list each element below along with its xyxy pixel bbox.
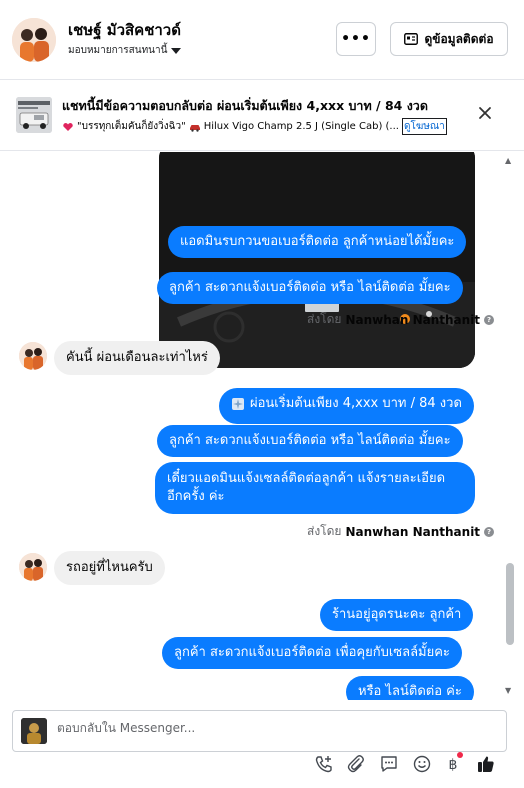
view-contact-button[interactable]: ดูข้อมูลติดต่อ: [390, 22, 508, 56]
view-contact-label: ดูข้อมูลติดต่อ: [424, 31, 494, 46]
message-text: รถอยู่ที่ไหนครับ: [66, 560, 153, 575]
sent-by-label: ส่งโดย Nanwhan Nanthanit ?: [307, 310, 495, 329]
sparkle-emoji-icon: [232, 398, 244, 410]
incoming-message[interactable]: คันนี้ ผ่อนเดือนละเท่าไหร่: [54, 341, 220, 375]
info-icon[interactable]: ?: [484, 314, 495, 325]
page-avatar: [21, 718, 47, 744]
ad-meta: "บรรทุกเต็มคันก็ยังวิ่งฉิว" Hilux Vigo C…: [62, 118, 447, 135]
ad-title: แชทนี้มีข้อความตอบกลับต่อ ผ่อนเริ่มต้นเพ…: [62, 98, 428, 113]
reply-input[interactable]: [57, 721, 487, 735]
phone-add-icon[interactable]: [312, 752, 336, 776]
conversation-header: เชษฐ์ มัวสิคชาวด์ มอบหมายการสนทนานี้ •••…: [0, 0, 524, 80]
scroll-thumb[interactable]: [506, 563, 514, 645]
assign-label: มอบหมายการสนทนานี้: [68, 45, 168, 56]
outgoing-message[interactable]: แอดมินรบกวนขอเบอร์ติดต่อ ลูกค้าหน่อยได้ม…: [168, 226, 467, 258]
view-ad-link[interactable]: ดูโฆษณา: [401, 118, 447, 135]
scroll-down-arrow-icon[interactable]: ▼: [505, 686, 511, 695]
message-thread[interactable]: แอดมินรบกวนขอเบอร์ติดต่อ ลูกค้าหน่อยได้ม…: [0, 152, 524, 700]
assign-dropdown[interactable]: มอบหมายการสนทนานี้: [68, 43, 182, 58]
sender-avatar[interactable]: [19, 553, 47, 581]
ad-quote: "บรรทุกเต็มคันก็ยังวิ่งฉิว": [77, 121, 186, 132]
sender-avatar[interactable]: [19, 342, 47, 370]
message-text-line-1: เดี๋ยวแอดมินแจ้งเซลล์ติดต่อลูกค้า แจ้งรา…: [167, 471, 446, 486]
ad-car-model: Hilux Vigo Champ 2.5 J (Single Cab) (...: [203, 121, 399, 132]
message-text: ลูกค้า สะดวกแจ้งเบอร์ติดต่อ หรือ ไลน์ติด…: [169, 433, 451, 448]
message-text: หรือ ไลน์ติดต่อ ค่ะ: [358, 684, 462, 699]
attachment-icon[interactable]: [344, 752, 368, 776]
message-template-icon[interactable]: [377, 752, 401, 776]
caret-down-icon: [171, 47, 182, 54]
emoji-icon[interactable]: [410, 752, 434, 776]
message-text: คันนี้ ผ่อนเดือนละเท่าไหร่: [66, 350, 208, 365]
car-emoji-icon: [189, 124, 200, 132]
ad-thumbnail[interactable]: [16, 97, 52, 133]
outgoing-message[interactable]: ลูกค้า สะดวกแจ้งเบอร์ติดต่อ เพื่อคุยกับเ…: [162, 637, 462, 669]
message-text: ร้านอยู่อุดรนะคะ ลูกค้า: [332, 607, 462, 622]
outgoing-message[interactable]: เดี๋ยวแอดมินแจ้งเซลล์ติดต่อลูกค้า แจ้งรา…: [155, 462, 475, 514]
ad-reference-banner: แชทนี้มีข้อความตอบกลับต่อ ผ่อนเริ่มต้นเพ…: [0, 81, 524, 151]
sent-by-prefix: ส่งโดย: [307, 312, 342, 326]
notification-dot: [457, 752, 463, 758]
outgoing-message[interactable]: หรือ ไลน์ติดต่อ ค่ะ: [346, 676, 474, 700]
more-options-label: •••: [341, 31, 371, 47]
outgoing-message[interactable]: ร้านอยู่อุดรนะคะ ลูกค้า: [320, 599, 474, 631]
message-text: ลูกค้า สะดวกแจ้งเบอร์ติดต่อ หรือ ไลน์ติด…: [169, 280, 451, 295]
contact-avatar[interactable]: [12, 18, 56, 62]
close-icon[interactable]: [476, 106, 494, 124]
sent-by-name: Nanwhan Nanthanit: [345, 524, 481, 539]
message-text: แอดมินรบกวนขอเบอร์ติดต่อ ลูกค้าหน่อยได้ม…: [180, 234, 455, 249]
sent-by-prefix: ส่งโดย: [307, 524, 342, 538]
sent-by-label: ส่งโดย Nanwhan Nanthanit ?: [307, 522, 495, 541]
incoming-message[interactable]: รถอยู่ที่ไหนครับ: [54, 551, 165, 585]
contact-card-icon: [404, 33, 419, 45]
thumbs-up-icon[interactable]: [474, 752, 498, 776]
baht-payment-icon[interactable]: ฿: [441, 752, 465, 776]
scroll-up-arrow-icon[interactable]: ▲: [505, 156, 511, 165]
outgoing-message[interactable]: ลูกค้า สะดวกแจ้งเบอร์ติดต่อ หรือ ไลน์ติด…: [157, 272, 463, 304]
dashboard-photo-message[interactable]: [159, 152, 475, 368]
message-text: ผ่อนเริ่มต้นเพียง 4,xxx บาท / 84 งวด: [250, 396, 462, 411]
message-text-line-2: อีกครั้ง ค่ะ: [167, 489, 225, 504]
info-icon[interactable]: ?: [484, 526, 495, 537]
contact-name: เชษฐ์ มัวสิคชาวด์: [68, 21, 181, 39]
hearts-emoji-icon: [63, 122, 73, 131]
reply-composer: [12, 710, 507, 752]
message-text: ลูกค้า สะดวกแจ้งเบอร์ติดต่อ เพื่อคุยกับเ…: [174, 645, 450, 660]
outgoing-message[interactable]: ผ่อนเริ่มต้นเพียง 4,xxx บาท / 84 งวด: [219, 388, 474, 424]
svg-text:฿: ฿: [449, 757, 458, 773]
more-options-button[interactable]: •••: [336, 22, 376, 56]
sent-by-name: Nanwhan Nanthanit: [345, 312, 481, 327]
outgoing-message[interactable]: ลูกค้า สะดวกแจ้งเบอร์ติดต่อ หรือ ไลน์ติด…: [157, 425, 463, 457]
